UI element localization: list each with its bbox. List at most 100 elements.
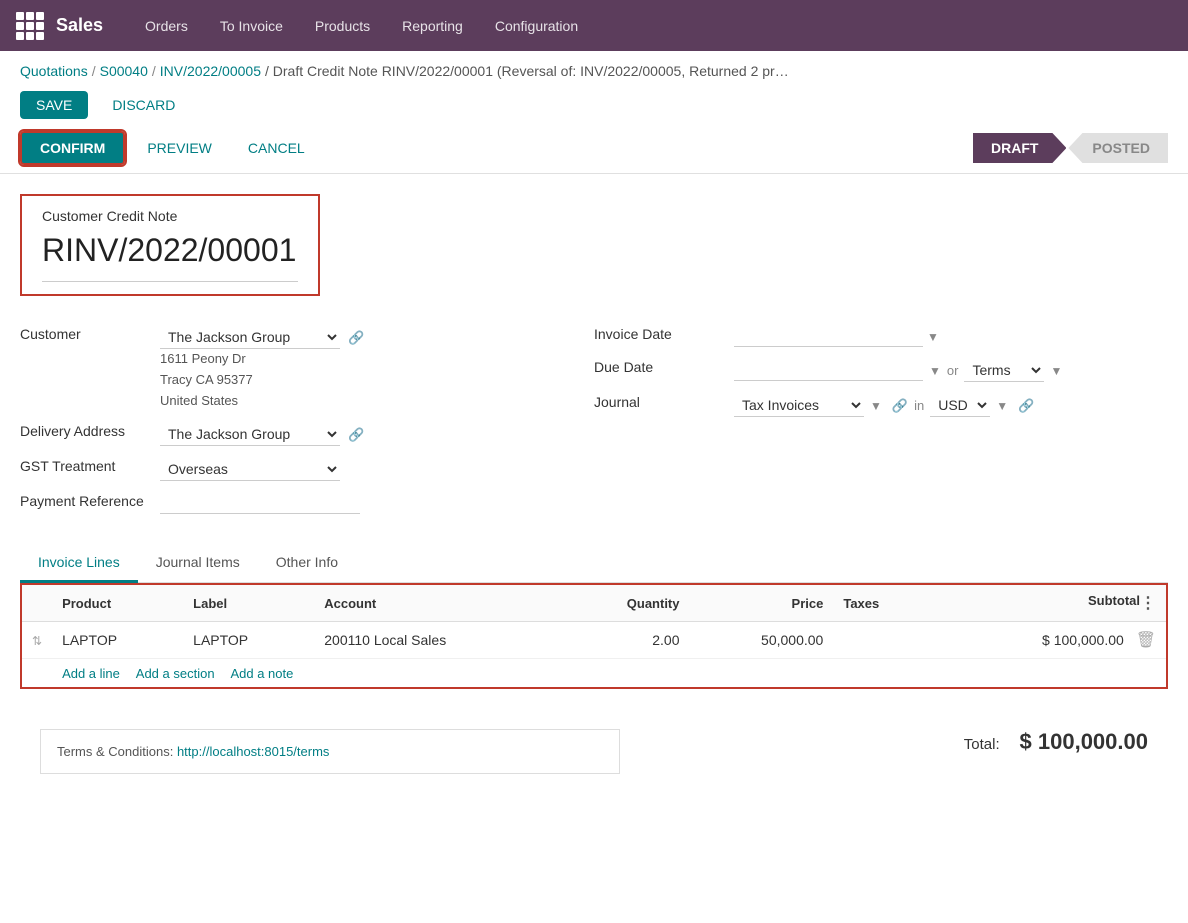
- row-price[interactable]: 50,000.00: [690, 622, 834, 659]
- delivery-value: The Jackson Group 🔗: [160, 423, 594, 446]
- due-date-field-row: Due Date 02/15/2022 ▼ or Terms ▼: [594, 353, 1168, 388]
- total-section: Total: $ 100,000.00: [964, 729, 1148, 755]
- tab-invoice-lines[interactable]: Invoice Lines: [20, 544, 138, 583]
- row-delete-icon[interactable]: 🗑: [1136, 632, 1156, 649]
- or-text: or: [947, 363, 959, 378]
- delivery-select[interactable]: The Jackson Group: [160, 423, 340, 446]
- total-value: $ 100,000.00: [1020, 729, 1148, 754]
- customer-label: Customer: [20, 326, 160, 342]
- col-quantity-header: Quantity: [562, 584, 689, 622]
- invoice-date-input[interactable]: 02/15/2022: [734, 326, 923, 347]
- delivery-external-link-icon[interactable]: 🔗: [348, 427, 364, 443]
- currency-dropdown-icon[interactable]: ▼: [996, 399, 1008, 413]
- terms-label: Terms & Conditions:: [57, 744, 173, 759]
- terms-select[interactable]: Terms: [964, 359, 1044, 382]
- tab-journal-items[interactable]: Journal Items: [138, 544, 258, 583]
- gst-label: GST Treatment: [20, 458, 160, 474]
- gst-select[interactable]: Overseas: [160, 458, 340, 481]
- add-line-link[interactable]: Add a line: [62, 666, 120, 681]
- nav-configuration[interactable]: Configuration: [481, 0, 592, 51]
- form-area: Customer Credit Note RINV/2022/00001 Cus…: [0, 174, 1188, 814]
- nav-orders[interactable]: Orders: [131, 0, 202, 51]
- main-content: Quotations / S00040 / INV/2022/00005 / D…: [0, 51, 1188, 923]
- customer-external-link-icon[interactable]: 🔗: [348, 330, 364, 346]
- confirm-button[interactable]: CONFIRM: [20, 131, 125, 165]
- row-taxes[interactable]: [833, 622, 931, 659]
- row-product[interactable]: LAPTOP: [52, 622, 183, 659]
- app-grid-icon[interactable]: [16, 12, 44, 40]
- invoice-header-box: Customer Credit Note RINV/2022/00001: [20, 194, 320, 296]
- row-subtotal: $ 100,000.00 🗑: [931, 622, 1167, 659]
- row-quantity[interactable]: 2.00: [562, 622, 689, 659]
- toolbar: SAVE DISCARD: [0, 83, 1188, 127]
- nav-reporting[interactable]: Reporting: [388, 0, 477, 51]
- invoice-date-dropdown-icon[interactable]: ▼: [927, 330, 939, 344]
- total-label: Total:: [964, 736, 1000, 753]
- due-date-input[interactable]: 02/15/2022: [734, 360, 923, 381]
- addr-line1: 1611 Peony Dr: [160, 349, 594, 370]
- terms-link[interactable]: http://localhost:8015/terms: [177, 744, 329, 759]
- nav-to-invoice[interactable]: To Invoice: [206, 0, 297, 51]
- journal-select[interactable]: Tax Invoices: [734, 394, 864, 417]
- journal-field-row: Journal Tax Invoices ▼ 🔗 in USD: [594, 388, 1168, 423]
- customer-address: 1611 Peony Dr Tracy CA 95377 United Stat…: [160, 349, 594, 411]
- action-bar: CONFIRM PREVIEW CANCEL DRAFT POSTED: [0, 127, 1188, 174]
- row-label[interactable]: LAPTOP: [183, 622, 314, 659]
- payment-ref-field-row: Payment Reference: [20, 487, 594, 520]
- customer-value: The Jackson Group 🔗 1611 Peony Dr Tracy …: [160, 326, 594, 411]
- breadcrumb-quotations[interactable]: Quotations: [20, 63, 88, 79]
- col-price-header: Price: [690, 584, 834, 622]
- add-section-link[interactable]: Add a section: [136, 666, 215, 681]
- row-sort-handle[interactable]: ⇅: [21, 622, 52, 659]
- addr-line2: Tracy CA 95377: [160, 370, 594, 391]
- journal-external-link-icon[interactable]: 🔗: [892, 398, 908, 414]
- status-draft-badge: DRAFT: [973, 133, 1066, 163]
- tab-other-info[interactable]: Other Info: [258, 544, 356, 583]
- nav-products[interactable]: Products: [301, 0, 384, 51]
- cancel-button[interactable]: CANCEL: [234, 133, 319, 163]
- breadcrumb-inv[interactable]: INV/2022/00005: [160, 63, 261, 79]
- invoice-type-label: Customer Credit Note: [42, 208, 298, 224]
- payment-ref-input[interactable]: [160, 493, 360, 514]
- journal-dropdown-icon[interactable]: ▼: [870, 399, 882, 413]
- breadcrumb-s00040[interactable]: S00040: [100, 63, 148, 79]
- left-fields: Customer The Jackson Group 🔗 1611 Peony …: [20, 320, 594, 520]
- right-fields: Invoice Date 02/15/2022 ▼ Due Date 02/15…: [594, 320, 1168, 520]
- currency-external-link-icon[interactable]: 🔗: [1018, 398, 1034, 414]
- save-button[interactable]: SAVE: [20, 91, 88, 119]
- breadcrumb: Quotations / S00040 / INV/2022/00005 / D…: [0, 51, 1188, 83]
- terms-dropdown-icon[interactable]: ▼: [1050, 364, 1062, 378]
- row-account[interactable]: 200110 Local Sales: [314, 622, 562, 659]
- gst-field-row: GST Treatment Overseas: [20, 452, 594, 487]
- add-line-row: Add a line Add a section Add a note: [21, 659, 1167, 689]
- col-label-header: Label: [183, 584, 314, 622]
- addr-line3: United States: [160, 391, 594, 412]
- invoice-date-label: Invoice Date: [594, 326, 734, 342]
- brand-name[interactable]: Sales: [56, 15, 103, 36]
- currency-select[interactable]: USD: [930, 394, 990, 417]
- col-sort-header: [21, 584, 52, 622]
- footer-area: Terms & Conditions: http://localhost:801…: [20, 709, 1168, 794]
- payment-ref-label: Payment Reference: [20, 493, 160, 509]
- tabs: Invoice Lines Journal Items Other Info: [20, 544, 1168, 583]
- delivery-field-row: Delivery Address The Jackson Group 🔗: [20, 417, 594, 452]
- fields-grid: Customer The Jackson Group 🔗 1611 Peony …: [20, 320, 1168, 520]
- add-note-link[interactable]: Add a note: [230, 666, 293, 681]
- col-taxes-header: Taxes: [833, 584, 931, 622]
- journal-in-text: in: [914, 398, 924, 413]
- col-account-header: Account: [314, 584, 562, 622]
- discard-button[interactable]: DISCARD: [96, 91, 191, 119]
- invoice-number: RINV/2022/00001: [42, 232, 298, 269]
- customer-field-row: Customer The Jackson Group 🔗 1611 Peony …: [20, 320, 594, 417]
- breadcrumb-current: / Draft Credit Note RINV/2022/00001 (Rev…: [265, 63, 789, 79]
- due-date-dropdown-icon[interactable]: ▼: [929, 364, 941, 378]
- preview-button[interactable]: PREVIEW: [133, 133, 226, 163]
- table-row: ⇅ LAPTOP LAPTOP 200110 Local Sales 2.00 …: [21, 622, 1167, 659]
- due-date-label: Due Date: [594, 359, 734, 375]
- col-subtotal-header: Subtotal ⋮: [931, 584, 1167, 622]
- invoice-lines-table: Product Label Account Quantity Price Tax…: [20, 583, 1168, 689]
- col-menu-icon[interactable]: ⋮: [1140, 593, 1156, 613]
- customer-select[interactable]: The Jackson Group: [160, 326, 340, 349]
- status-area: DRAFT POSTED: [973, 133, 1168, 163]
- delivery-label: Delivery Address: [20, 423, 160, 439]
